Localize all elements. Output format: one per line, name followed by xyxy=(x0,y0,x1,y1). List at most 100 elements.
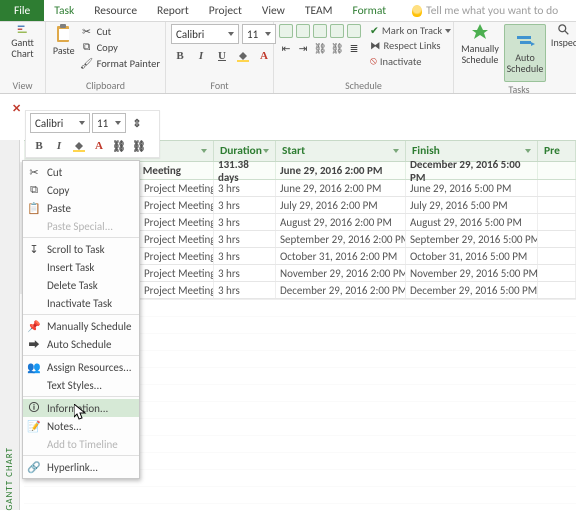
task-name: Project Meeting 2 xyxy=(144,199,214,212)
manually-schedule-label: Manually Schedule xyxy=(461,43,499,65)
format-painter-label: Format Painter xyxy=(97,57,160,70)
font-name-combo[interactable]: Calibri xyxy=(171,24,239,44)
inactivate-button[interactable]: ⦸Inactivate xyxy=(370,54,451,68)
ctx-paste-label: Paste xyxy=(47,202,71,215)
paste-label: Paste xyxy=(53,45,75,56)
task-duration: 3 hrs xyxy=(214,214,276,230)
unlink-icon[interactable]: ⛓ xyxy=(330,41,344,55)
menu-file-tab[interactable]: File xyxy=(0,0,44,21)
indent-icon[interactable]: ⇥ xyxy=(296,41,310,55)
pct0-button[interactable] xyxy=(279,24,293,38)
pct75-button[interactable] xyxy=(330,24,344,38)
gantt-chart-button[interactable]: Gantt Chart xyxy=(5,24,40,59)
note-icon: 📝 xyxy=(27,419,41,433)
chevron-down-icon xyxy=(79,121,85,125)
ctx-copy[interactable]: ⧉Copy xyxy=(23,181,139,199)
respect-links-label: Respect Links xyxy=(384,39,441,52)
bold-button[interactable]: B xyxy=(171,47,189,65)
menu-view-tab[interactable]: View xyxy=(252,0,295,21)
clipboard-icon: 📋 xyxy=(27,201,41,215)
mouse-cursor-icon xyxy=(74,404,88,422)
pin-icon xyxy=(470,24,490,42)
scissors-icon: ✂ xyxy=(27,165,41,179)
task-pre xyxy=(538,197,576,213)
mini-font-name-combo[interactable]: Calibri xyxy=(30,113,90,133)
mini-unlink-button[interactable]: ⛓ xyxy=(130,137,148,155)
auto-schedule-button[interactable]: Auto Schedule xyxy=(504,24,546,82)
menu-format-tab[interactable]: Format xyxy=(342,0,396,21)
format-painter-button[interactable]: 🖌 Format Painter xyxy=(80,56,160,70)
paste-button[interactable]: Paste xyxy=(51,24,77,56)
underline-button[interactable]: U xyxy=(213,47,231,65)
mini-font-size-combo[interactable]: 11 xyxy=(92,113,126,133)
ctx-inactivate-label: Inactivate Task xyxy=(47,297,112,310)
ctx-hyperlink[interactable]: 🔗Hyperlink... xyxy=(23,458,139,476)
ctx-paste-special[interactable]: Paste Special... xyxy=(23,217,139,235)
ctx-paste[interactable]: 📋 Paste xyxy=(23,199,139,217)
inspect-button[interactable]: Inspec xyxy=(549,24,576,48)
menu-report-tab[interactable]: Report xyxy=(147,0,199,21)
ctx-scroll-label: Scroll to Task xyxy=(47,243,105,256)
mini-size-stepper[interactable]: ⇕ xyxy=(128,114,146,132)
close-icon[interactable]: ✕ xyxy=(12,102,21,115)
ctx-manually-schedule[interactable]: 📌Manually Schedule xyxy=(23,317,139,335)
mark-on-track-button[interactable]: ✔Mark on Track xyxy=(370,24,451,37)
font-size-combo[interactable]: 11 xyxy=(242,24,276,44)
context-menu: ✂Cut ⧉Copy 📋 Paste Paste Special... ↧Scro… xyxy=(22,160,140,479)
chevron-down-icon xyxy=(201,149,207,153)
menu-team-tab[interactable]: TEAM xyxy=(295,0,343,21)
task-pre xyxy=(538,214,576,230)
ctx-delete-task[interactable]: Delete Task xyxy=(23,276,139,294)
respect-links-button[interactable]: ⧓Respect Links xyxy=(370,39,451,52)
manually-schedule-button[interactable]: Manually Schedule xyxy=(459,24,501,65)
mini-fill-button[interactable] xyxy=(70,137,88,155)
ctx-add-to-timeline[interactable]: Add to Timeline xyxy=(23,435,139,453)
chevron-down-icon xyxy=(228,32,234,36)
pct50-button[interactable] xyxy=(313,24,327,38)
task-pre xyxy=(538,180,576,196)
ctx-auto-schedule[interactable]: ⮕Auto Schedule xyxy=(23,335,139,353)
ctx-assign-resources[interactable]: 👥Assign Resources... xyxy=(23,358,139,376)
menu-resource-tab[interactable]: Resource xyxy=(84,0,147,21)
tell-me-search[interactable]: Tell me what you want to do xyxy=(412,4,558,18)
task-pre xyxy=(538,265,576,281)
split-icon[interactable]: ≣ xyxy=(347,41,361,55)
mini-bold-button[interactable]: B xyxy=(30,137,48,155)
people-icon: 👥 xyxy=(27,360,41,374)
task-pre xyxy=(538,231,576,247)
menu-task-tab[interactable]: Task xyxy=(44,0,84,21)
ribbon-group-font-label: Font xyxy=(171,78,268,93)
brush-icon: 🖌 xyxy=(80,56,94,70)
task-name: Project Meeting 1 xyxy=(144,182,214,195)
outdent-icon[interactable]: ⇤ xyxy=(279,41,293,55)
mini-link-button[interactable]: ⛓ xyxy=(110,137,128,155)
fill-color-button[interactable] xyxy=(234,47,252,65)
pct25-button[interactable] xyxy=(296,24,310,38)
ctx-text-styles[interactable]: Text Styles... xyxy=(23,376,139,394)
separator xyxy=(23,455,139,456)
cut-button[interactable]: ✂ Cut xyxy=(80,24,160,38)
task-start: July 29, 2016 2:00 PM xyxy=(276,197,406,213)
ctx-delete-label: Delete Task xyxy=(47,279,98,292)
col-header-start[interactable]: Start xyxy=(276,141,406,161)
ctx-scroll-to-task[interactable]: ↧Scroll to Task xyxy=(23,240,139,258)
menu-project-tab[interactable]: Project xyxy=(199,0,252,21)
copy-button[interactable]: ⧉ Copy xyxy=(80,40,160,54)
task-finish: July 29, 2016 5:00 PM xyxy=(406,197,538,213)
task-duration: 3 hrs xyxy=(214,282,276,298)
ctx-cut[interactable]: ✂Cut xyxy=(23,163,139,181)
col-header-predecessors[interactable]: Pre xyxy=(538,141,576,161)
inspect-label: Inspec xyxy=(551,37,576,48)
task-finish: August 29, 2016 5:00 PM xyxy=(406,214,538,230)
mini-italic-button[interactable]: I xyxy=(50,137,68,155)
task-start: October 31, 2016 2:00 PM xyxy=(276,248,406,264)
task-name: Project Meeting 7 xyxy=(144,284,214,297)
ctx-inactivate-task[interactable]: Inactivate Task xyxy=(23,294,139,312)
ctx-insert-task[interactable]: Insert Task xyxy=(23,258,139,276)
mini-font-size-value: 11 xyxy=(97,117,108,130)
link-icon[interactable]: ⛓ xyxy=(313,41,327,55)
mini-fontcolor-button[interactable]: A xyxy=(90,137,108,155)
italic-button[interactable]: I xyxy=(192,47,210,65)
font-color-button[interactable]: A xyxy=(255,47,273,65)
pct100-button[interactable] xyxy=(347,24,361,38)
